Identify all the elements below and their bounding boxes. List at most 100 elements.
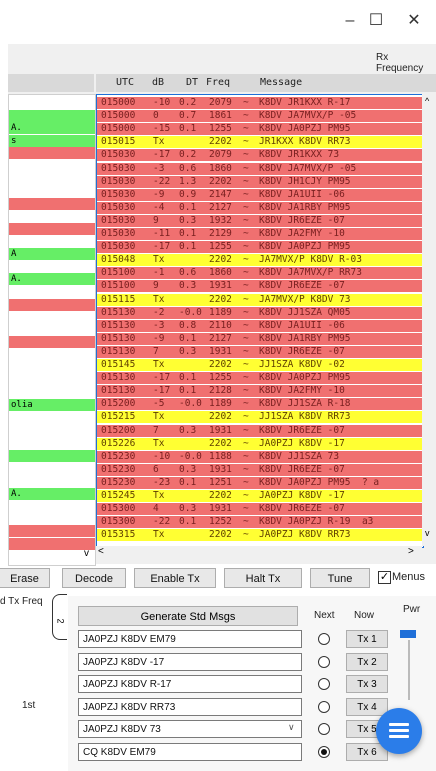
band-activity-row[interactable] (9, 412, 95, 424)
rx-row[interactable]: 015130 -3 0.8 2110 ~ K8DV JA1UII -06 (97, 319, 423, 332)
tx1-message-field[interactable]: JA0PZJ K8DV EM79 (78, 630, 302, 648)
band-activity-row[interactable]: olia (9, 399, 95, 412)
band-activity-row[interactable] (9, 235, 95, 248)
band-activity-row[interactable] (9, 475, 95, 487)
tx-row[interactable]: 015115 Tx 2202 ~ JA7MVX/P K8DV 73 (97, 293, 423, 306)
close-button[interactable]: ✕ (396, 8, 432, 34)
band-activity-row[interactable] (9, 197, 95, 210)
rx-row[interactable]: 015230 -10 -0.0 1188 ~ K8DV JJ1SZA 73 (97, 450, 423, 463)
band-activity-row[interactable] (9, 550, 95, 563)
tx-row[interactable]: 015245 Tx 2202 ~ JA0PZJ K8DV -17 (97, 490, 423, 502)
band-activity-row[interactable]: A. (9, 487, 95, 500)
band-activity-row[interactable] (9, 500, 95, 513)
band-activity-row[interactable] (9, 437, 95, 450)
rx-row[interactable]: 015030 -11 0.1 2129 ~ K8DV JA2FMY -10 (97, 228, 423, 240)
rx-row[interactable]: 015030 -17 0.2 2079 ~ K8DV JR1KXX 73 (97, 149, 423, 162)
rx-row[interactable]: 015300 4 0.3 1931 ~ K8DV JR6EZE -07 (97, 503, 423, 516)
rx-row[interactable]: 015030 -17 0.1 1255 ~ K8DV JA0PZJ PM95 (97, 241, 423, 254)
tx-row[interactable]: 015048 Tx 2202 ~ JA7MVX/P K8DV R-03 (97, 254, 423, 267)
rx-row[interactable]: 015030 -9 0.9 2147 ~ K8DV JA1UII -06 (97, 188, 423, 201)
rx-row[interactable]: 015030 -22 1.3 2202 ~ K8DV JH1CJY PM95 (97, 175, 423, 188)
tx3-message-field[interactable]: JA0PZJ K8DV R-17 (78, 675, 302, 693)
menus-checkbox[interactable]: ✓ (378, 571, 391, 584)
tx-row[interactable]: 015145 Tx 2202 ~ JJ1SZA K8DV -02 (97, 359, 423, 371)
band-activity-row[interactable] (9, 97, 95, 109)
tx6-next-radio[interactable] (318, 745, 330, 758)
band-activity-row[interactable] (9, 449, 95, 462)
rx-horizontal-scrollbar[interactable]: < > (96, 546, 422, 560)
tx2-next-radio[interactable] (318, 655, 330, 668)
band-activity-row[interactable]: A. (9, 122, 95, 135)
tx-row[interactable]: 015315 Tx 2202 ~ JA0PZJ K8DV RR73 (97, 529, 423, 542)
scroll-down-icon[interactable]: v (425, 528, 430, 538)
band-activity-row[interactable] (9, 349, 95, 361)
band-activity-row[interactable]: s (9, 134, 95, 147)
band-activity-row[interactable] (9, 260, 95, 273)
rx-row[interactable]: 015100 9 0.3 1931 ~ K8DV JR6EZE -07 (97, 280, 423, 293)
rx-row[interactable]: 015130 -9 0.1 2127 ~ K8DV JA1RBY PM95 (97, 332, 423, 345)
pwr-slider-track[interactable] (408, 640, 410, 700)
scroll-left-icon[interactable]: < (98, 546, 104, 557)
pwr-slider-handle[interactable] (400, 630, 416, 638)
tx4-message-field[interactable]: JA0PZJ K8DV RR73 (78, 697, 302, 716)
rx-row[interactable]: 015100 -1 0.6 1860 ~ K8DV JA7MVX/P RR73 (97, 267, 423, 280)
menu-fab-button[interactable] (376, 708, 422, 754)
rx-row[interactable]: 015000 -15 0.1 1255 ~ K8DV JA0PZJ PM95 (97, 123, 423, 136)
rx-row[interactable]: 015230 6 0.3 1931 ~ K8DV JR6EZE -07 (97, 463, 423, 476)
tune-button[interactable]: Tune (310, 568, 370, 588)
rx-row[interactable]: 015230 -23 0.1 1251 ~ K8DV JA0PZJ PM95 ? a (97, 476, 423, 489)
enable-tx-button[interactable]: Enable Tx (134, 568, 216, 588)
band-activity-list[interactable]: A. s A A. olia A. (8, 94, 96, 566)
tx3-next-radio[interactable] (318, 678, 330, 690)
band-activity-row[interactable] (9, 336, 95, 349)
tx-row[interactable]: 015215 Tx 2202 ~ JJ1SZA K8DV RR73 (97, 411, 423, 424)
tx2-now-button[interactable]: Tx 2 (346, 652, 388, 671)
rx-row[interactable]: 015130 -17 0.1 2128 ~ K8DV JA2FMY -10 (97, 385, 423, 398)
band-activity-row[interactable] (9, 424, 95, 437)
decode-button[interactable]: Decode (62, 568, 126, 588)
tx6-message-field[interactable]: CQ K8DV EM79 (78, 742, 302, 761)
halt-tx-button[interactable]: Halt Tx (224, 568, 302, 588)
rx-row[interactable]: 015030 -4 0.1 2127 ~ K8DV JA1RBY PM95 (97, 201, 423, 214)
erase-button[interactable]: Erase (0, 568, 50, 588)
rx-row[interactable]: 015300 -22 0.1 1252 ~ K8DV JA0PZJ R-19 a3 (97, 516, 423, 529)
tx5-next-radio[interactable] (318, 723, 330, 735)
band-activity-row[interactable] (9, 147, 95, 160)
band-activity-row[interactable] (9, 223, 95, 235)
tx5-message-field[interactable]: JA0PZJ K8DV 73 (78, 720, 302, 738)
tx2-message-field[interactable]: JA0PZJ K8DV -17 (78, 652, 302, 671)
band-activity-row[interactable] (9, 374, 95, 387)
generate-std-msgs-button[interactable]: Generate Std Msgs (78, 606, 298, 626)
scroll-up-icon[interactable]: ^ (425, 96, 429, 106)
tx-row[interactable]: 015015 Tx 2202 ~ JR1KXX K8DV RR73 (97, 136, 423, 149)
scroll-right-icon[interactable]: > (408, 546, 414, 557)
rx-row[interactable]: 015000 -10 0.2 2079 ~ K8DV JR1KXX R-17 (97, 97, 423, 109)
rx-row[interactable]: 015000 0 0.7 1861 ~ K8DV JA7MVX/P -05 (97, 110, 423, 123)
band-activity-row[interactable] (9, 538, 95, 550)
band-activity-row[interactable] (9, 160, 95, 172)
band-activity-row[interactable]: A. (9, 273, 95, 286)
maximize-button[interactable]: ☐ (358, 8, 394, 34)
rx-row[interactable]: 015030 -3 0.6 1860 ~ K8DV JA7MVX/P -05 (97, 162, 423, 175)
band-activity-row[interactable] (9, 512, 95, 525)
left-scroll-down-icon[interactable]: v (84, 548, 89, 559)
band-activity-row[interactable] (9, 109, 95, 122)
rx-vertical-scrollbar[interactable]: ^ v (422, 94, 436, 546)
band-activity-row[interactable]: A (9, 248, 95, 261)
rx-row[interactable]: 015130 -2 -0.0 1189 ~ K8DV JJ1SZA QM05 (97, 306, 423, 319)
band-activity-row[interactable] (9, 210, 95, 223)
band-activity-row[interactable] (9, 298, 95, 311)
band-activity-row[interactable] (9, 311, 95, 324)
tx4-now-button[interactable]: Tx 4 (346, 697, 388, 716)
tx3-now-button[interactable]: Tx 3 (346, 675, 388, 693)
band-activity-row[interactable] (9, 386, 95, 399)
rx-row[interactable]: 015130 -17 0.1 1255 ~ K8DV JA0PZJ PM95 (97, 372, 423, 385)
band-activity-row[interactable] (9, 361, 95, 374)
rx-row[interactable]: 015030 9 0.3 1932 ~ K8DV JR6EZE -07 (97, 214, 423, 227)
band-activity-row[interactable] (9, 185, 95, 198)
band-activity-row[interactable] (9, 286, 95, 298)
band-activity-row[interactable] (9, 323, 95, 336)
rx-frequency-list[interactable]: 015000 -10 0.2 2079 ~ K8DV JR1KXX R-17 015000 0… (96, 94, 424, 548)
band-activity-row[interactable] (9, 462, 95, 475)
chevron-down-icon[interactable]: ∨ (288, 722, 295, 733)
